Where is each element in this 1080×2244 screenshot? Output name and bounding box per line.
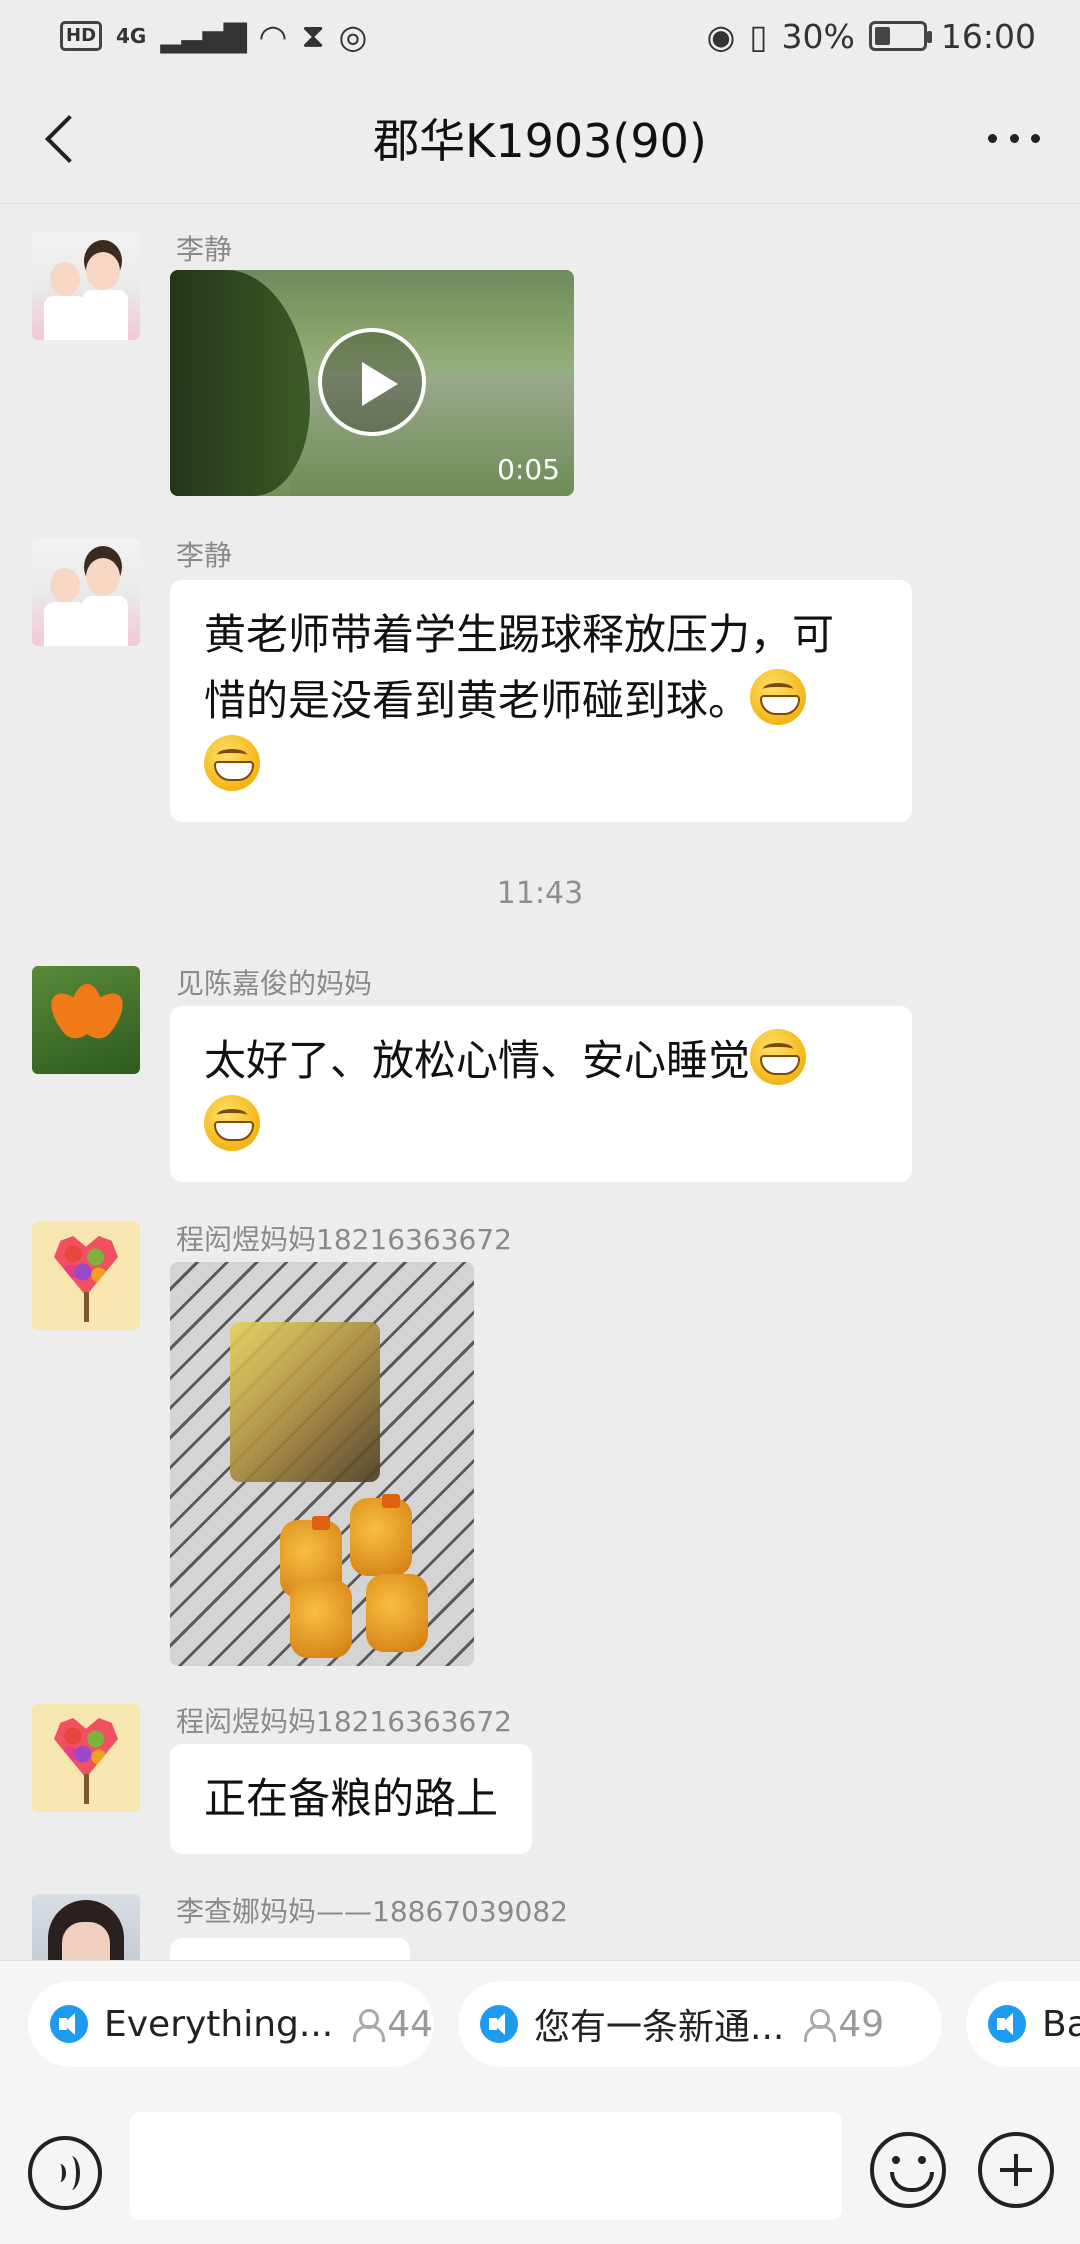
message-item: 见陈嘉俊的妈妈 太好了、放松心情、安心睡觉 (0, 962, 1080, 1202)
text-bubble[interactable]: 黄老师带着学生踢球释放压力，可 惜的是没看到黄老师碰到球。 (170, 580, 912, 822)
notice-pill[interactable]: Everything... 44 (28, 1981, 434, 2067)
input-bar (0, 2086, 1080, 2244)
avatar[interactable] (32, 966, 140, 1074)
video-duration: 0:05 (497, 453, 560, 486)
notice-pill[interactable]: Ba (966, 1981, 1080, 2067)
battery-icon (868, 21, 932, 51)
person-icon (351, 2007, 386, 2042)
sender-name: 李静 (176, 539, 233, 572)
message-input[interactable] (130, 2112, 842, 2220)
sender-name: 程闳煜妈妈18216363672 (176, 1223, 512, 1256)
message-text: 惜的是没看到黄老师碰到球。 (204, 676, 751, 725)
message-item: 李静 黄老师带着学生踢球释放压力，可 惜的是没看到黄老师碰到球。 (0, 534, 1080, 834)
message-list[interactable]: 李静 0:05 李静 黄老师带着学生踢球释放压力，可 惜的是没看到黄老师碰到球。… (0, 204, 1080, 1960)
wifi-icon: ◠ (258, 16, 288, 56)
notice-label: Ba (1042, 2003, 1080, 2045)
speaker-icon (988, 2005, 1026, 2043)
more-icon-dot (988, 133, 997, 143)
video-message[interactable]: 0:05 (170, 270, 574, 496)
chat-header: 郡华K1903(90) (0, 72, 1080, 204)
group-notice-bar[interactable]: Everything... 44 您有一条新通... 49 Ba (0, 1960, 1080, 2086)
text-bubble[interactable] (170, 1938, 410, 1960)
back-button[interactable] (34, 106, 98, 170)
person-icon (802, 2007, 837, 2042)
battery-percent: 30% (781, 16, 855, 56)
grin-emoji-icon (204, 735, 260, 791)
emoji-button[interactable] (870, 2132, 946, 2208)
sender-name: 李查娜妈妈——18867039082 (176, 1895, 568, 1928)
text-bubble[interactable]: 太好了、放松心情、安心睡觉 (170, 1006, 912, 1182)
grin-emoji-icon (204, 1095, 260, 1151)
sender-name: 李静 (176, 233, 233, 266)
signal-icon: ▂▃▅▇ (160, 18, 246, 54)
message-item: 程闳煜妈妈18216363672 (0, 1218, 1080, 1678)
message-item: 李静 0:05 (0, 228, 1080, 518)
message-text: 正在备粮的路上 (204, 1774, 499, 1823)
hd-indicator: HD (60, 21, 103, 51)
message-item: 程闳煜妈妈18216363672 正在备粮的路上 (0, 1700, 1080, 1854)
message-text: 黄老师带着学生踢球释放压力，可 (204, 610, 835, 659)
notice-label: 您有一条新通... (534, 2007, 785, 2048)
clock: 16:00 (940, 16, 1036, 56)
grin-emoji-icon (750, 669, 807, 725)
text-bubble[interactable]: 正在备粮的路上 (170, 1744, 533, 1854)
avatar[interactable] (32, 1222, 140, 1330)
avatar[interactable] (32, 1704, 140, 1812)
avatar[interactable] (32, 1894, 140, 1960)
speaker-icon (480, 2005, 518, 2043)
notice-count: 44 (387, 2003, 434, 2045)
grin-emoji-icon (750, 1029, 807, 1085)
play-icon (318, 328, 426, 436)
time-separator: 11:43 (496, 876, 584, 911)
notice-count: 49 (838, 2003, 885, 2045)
speaker-icon (50, 2005, 88, 2043)
vibrate-icon: ▯ (749, 16, 768, 56)
avatar[interactable] (32, 232, 140, 340)
sender-name: 程闳煜妈妈18216363672 (176, 1705, 512, 1738)
network-type: 4G (116, 24, 147, 48)
avatar[interactable] (32, 538, 140, 646)
notice-label: Everything... (104, 2003, 334, 2045)
chat-title: 郡华K1903(90) (373, 113, 707, 168)
voice-input-button[interactable] (28, 2136, 102, 2210)
image-message[interactable] (170, 1262, 474, 1666)
status-bar: HD 4G ▂▃▅▇ ◠ ⧗ ◎ ◉ ▯ 30% 16:00 (0, 0, 1080, 72)
more-actions-button[interactable] (978, 2132, 1054, 2208)
eye-icon: ◉ (706, 16, 736, 56)
message-item: 李查娜妈妈——18867039082 (0, 1890, 1080, 1960)
notice-pill[interactable]: 您有一条新通... 49 (458, 1981, 942, 2067)
hourglass-icon: ⧗ (301, 16, 325, 55)
more-options-button[interactable] (982, 110, 1046, 166)
message-text: 太好了、放松心情、安心睡觉 (204, 1036, 751, 1085)
sender-name: 见陈嘉俊的妈妈 (176, 967, 373, 1000)
hotspot-icon: ◎ (338, 16, 368, 56)
